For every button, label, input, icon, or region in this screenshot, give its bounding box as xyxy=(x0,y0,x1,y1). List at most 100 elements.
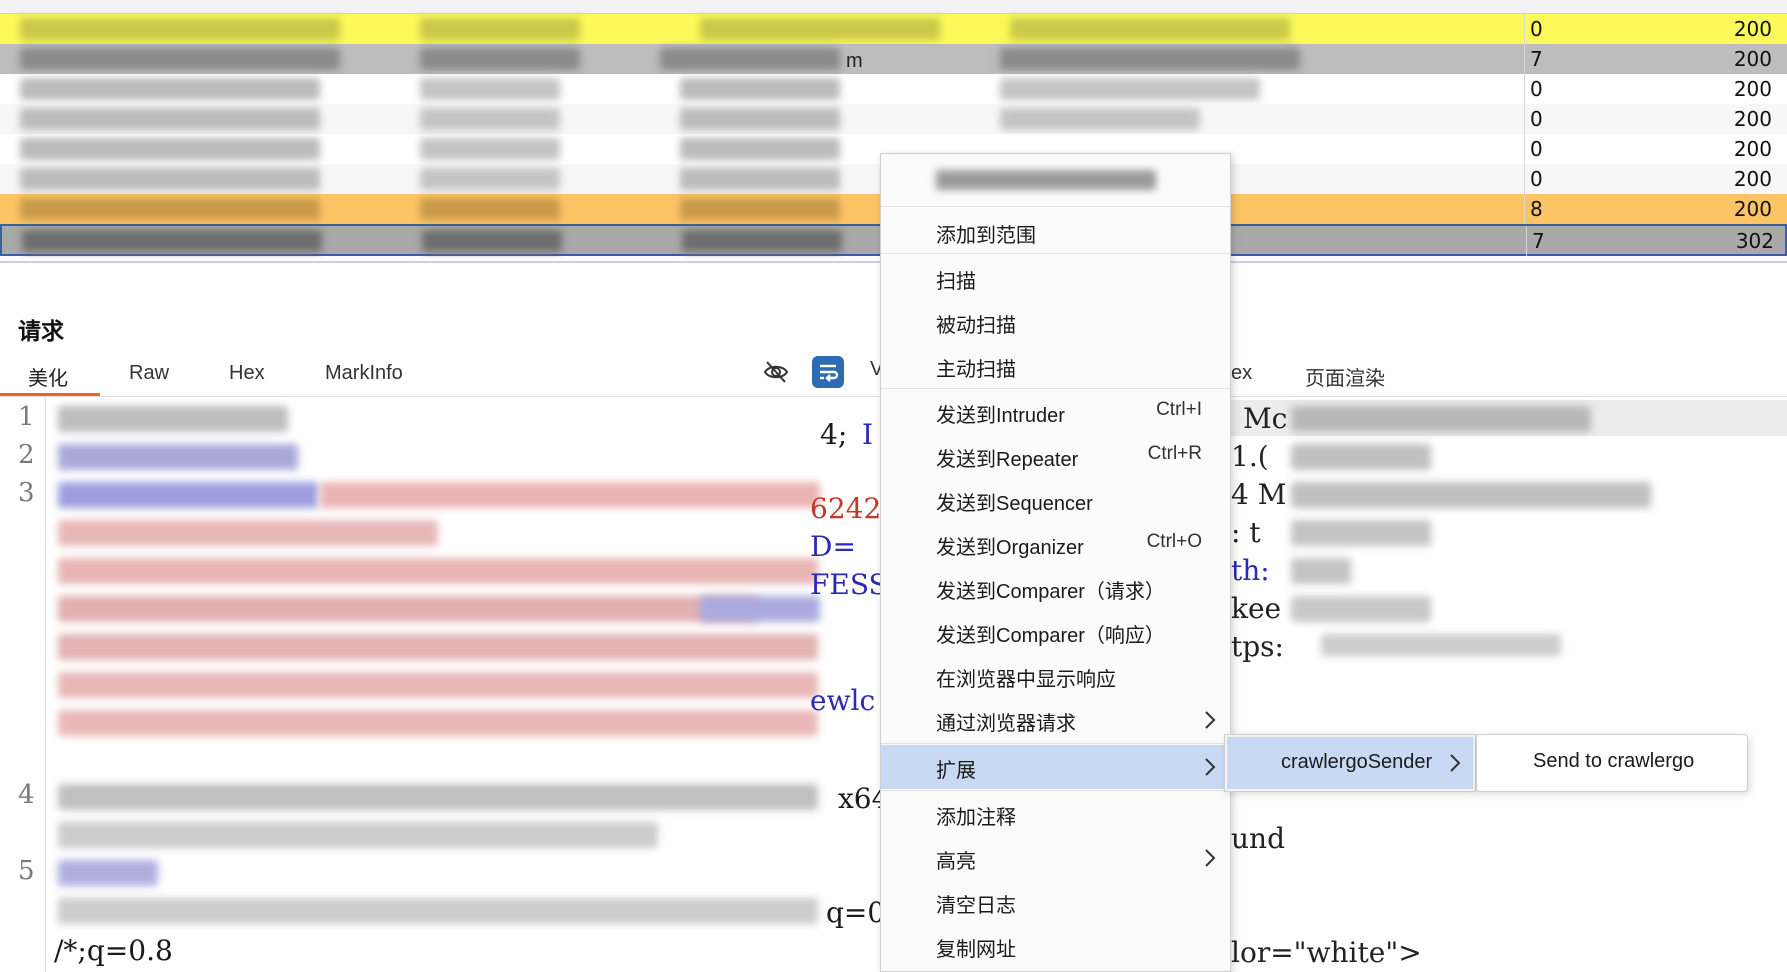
wrap-icon xyxy=(820,364,839,382)
menu-item-clear-log[interactable]: 清空日志 xyxy=(881,880,1230,924)
code-fragment: Mc xyxy=(1243,402,1288,435)
code-fragment: /*;q=0.8 xyxy=(54,934,173,967)
table-row[interactable]: 0 200 xyxy=(0,104,1787,134)
menu-item-send-comparer-request[interactable]: 发送到Comparer（请求） xyxy=(881,566,1230,610)
shortcut-label: Ctrl+I xyxy=(1156,399,1202,420)
status-cell: 200 xyxy=(1733,47,1772,71)
tab-render[interactable]: 页面渲染 xyxy=(1305,362,1385,391)
status-cell: 200 xyxy=(1733,17,1772,41)
table-row[interactable]: 0 200 xyxy=(0,74,1787,104)
menu-item-label: 发送到Sequencer xyxy=(936,493,1093,515)
length-cell: 7 xyxy=(1530,47,1543,71)
table-header xyxy=(0,0,1787,14)
menu-item-label: 添加注释 xyxy=(936,807,1016,829)
chevron-right-icon xyxy=(1205,849,1216,867)
menu-item-label: 在浏览器中显示响应 xyxy=(936,669,1116,691)
menu-item-label: 发送到Intruder xyxy=(936,405,1065,427)
line-number: 3 xyxy=(18,478,35,508)
length-cell: 0 xyxy=(1530,137,1543,161)
menu-item-scan[interactable]: 扫描 xyxy=(881,256,1230,300)
status-cell: 200 xyxy=(1733,107,1772,131)
shortcut-label: Ctrl+O xyxy=(1146,531,1202,552)
length-cell: 7 xyxy=(1532,229,1545,253)
length-cell: 0 xyxy=(1530,77,1543,101)
code-fragment: : t xyxy=(1231,516,1261,549)
line-number: 1 xyxy=(18,402,35,432)
menu-item-label: 发送到Organizer xyxy=(936,537,1084,559)
menu-item-send-comparer-response[interactable]: 发送到Comparer（响应） xyxy=(881,610,1230,654)
menu-item-add-to-scope[interactable]: 添加到范围 xyxy=(881,210,1230,254)
menu-item-highlight[interactable]: 高亮 xyxy=(881,836,1230,880)
menu-item-label: 发送到Comparer（响应） xyxy=(936,625,1165,647)
code-fragment: x64 xyxy=(838,782,880,815)
status-cell: 302 xyxy=(1735,229,1774,253)
code-fragment: 6242 xyxy=(810,492,880,525)
menu-item-extensions[interactable]: 扩展 xyxy=(881,745,1230,789)
code-fragment: 4; xyxy=(820,418,848,451)
length-cell: 0 xyxy=(1530,107,1543,131)
status-cell: 200 xyxy=(1733,197,1772,221)
extensions-submenu: crawlergoSender xyxy=(1224,734,1476,792)
menu-item-label: 被动扫描 xyxy=(936,315,1016,337)
line-number-gutter: 1 2 3 4 5 xyxy=(0,398,46,972)
menu-item-label: 添加到范围 xyxy=(936,225,1036,247)
menu-header-blurred xyxy=(936,170,1156,190)
line-number: 5 xyxy=(18,856,35,886)
status-cell: 200 xyxy=(1733,167,1772,191)
request-panel-title: 请求 xyxy=(18,318,64,344)
tab-raw[interactable]: Raw xyxy=(129,362,169,385)
hide-eye-icon[interactable] xyxy=(762,358,790,386)
code-fragment: 1.( xyxy=(1231,440,1269,473)
length-cell: 0 xyxy=(1530,167,1543,191)
code-fragment: th: xyxy=(1231,554,1270,587)
menu-item-label: 复制网址 xyxy=(936,939,1016,961)
length-cell: 8 xyxy=(1530,197,1543,221)
menu-item-label: 发送到Comparer（请求） xyxy=(936,581,1165,603)
menu-item-copy-url[interactable]: 复制网址 xyxy=(881,924,1230,968)
menu-item-label: 清空日志 xyxy=(936,895,1016,917)
status-cell: 200 xyxy=(1733,77,1772,101)
menu-item-label: 通过浏览器请求 xyxy=(936,713,1076,735)
line-number: 2 xyxy=(18,440,35,470)
menu-item-send-repeater[interactable]: 发送到Repeater Ctrl+R xyxy=(881,434,1230,478)
shortcut-label: Ctrl+R xyxy=(1147,443,1202,464)
chevron-right-icon xyxy=(1450,754,1461,772)
code-fragment: D= xyxy=(810,530,856,563)
code-fragment: I xyxy=(862,418,874,451)
code-fragment: 4 M xyxy=(1231,478,1287,511)
request-editor[interactable]: 1 2 3 4 5 4; I 6242 D= FESS ewlc x64 q=0… xyxy=(0,398,880,972)
status-cell: 200 xyxy=(1733,137,1772,161)
menu-item-label: crawlergoSender xyxy=(1281,751,1433,773)
table-row[interactable]: m 7 200 xyxy=(0,44,1787,74)
tab-markinfo[interactable]: MarkInfo xyxy=(325,362,403,385)
line-number: 4 xyxy=(18,780,35,810)
tab-hex-response[interactable]: ex xyxy=(1231,362,1252,385)
crawlergo-submenu: Send to crawlergo xyxy=(1476,734,1748,792)
tab-hex[interactable]: Hex xyxy=(229,362,265,385)
wrap-lines-button[interactable] xyxy=(812,356,844,388)
menu-item-send-organizer[interactable]: 发送到Organizer Ctrl+O xyxy=(881,522,1230,566)
request-tabs: 美化 Raw Hex MarkInfo xyxy=(0,358,880,398)
menu-item-request-in-browser[interactable]: 通过浏览器请求 xyxy=(881,698,1230,742)
code-fragment: ewlc xyxy=(810,684,876,717)
code-fragment: lor="white"> xyxy=(1231,936,1422,969)
code-fragment: und xyxy=(1231,822,1285,855)
code-fragment: FESS xyxy=(810,568,880,601)
menu-item-send-sequencer[interactable]: 发送到Sequencer xyxy=(881,478,1230,522)
context-menu: 添加到范围 扫描 被动扫描 主动扫描 发送到Intruder Ctrl+I 发送到… xyxy=(880,153,1231,972)
menu-item-active-scan[interactable]: 主动扫描 xyxy=(881,344,1230,388)
code-fragment: tps: xyxy=(1231,630,1284,663)
menu-item-send-to-crawlergo[interactable]: Send to crawlergo xyxy=(1533,750,1694,773)
code-fragment: kee xyxy=(1231,592,1282,625)
menu-item-label: 发送到Repeater xyxy=(936,449,1079,471)
chevron-right-icon xyxy=(1205,758,1216,776)
menu-item-send-intruder[interactable]: 发送到Intruder Ctrl+I xyxy=(881,390,1230,434)
menu-item-add-comment[interactable]: 添加注释 xyxy=(881,792,1230,836)
menu-item-passive-scan[interactable]: 被动扫描 xyxy=(881,300,1230,344)
menu-item-label: 扩展 xyxy=(936,760,976,782)
menu-item-show-in-browser[interactable]: 在浏览器中显示响应 xyxy=(881,654,1230,698)
submenu-item-crawlergo-sender[interactable]: crawlergoSender xyxy=(1227,737,1473,789)
tab-pretty[interactable]: 美化 xyxy=(28,362,68,391)
response-editor[interactable]: Mc 1.( 4 M : t th: kee tps: und lor="whi… xyxy=(1231,398,1787,972)
table-row[interactable]: 0 200 xyxy=(0,14,1787,44)
